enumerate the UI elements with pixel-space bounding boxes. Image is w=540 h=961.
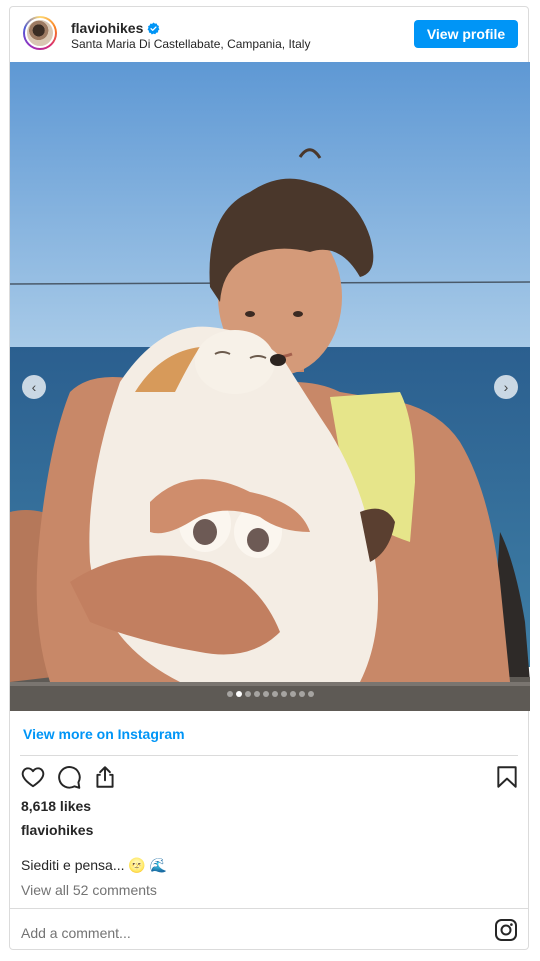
view-comments-link[interactable]: View all 52 comments [21, 882, 157, 898]
instagram-icon[interactable] [494, 918, 518, 942]
like-count[interactable]: 8,618 likes [21, 798, 91, 814]
carousel-dot [271, 691, 278, 697]
view-profile-button[interactable]: View profile [414, 20, 518, 48]
caption-username[interactable]: flaviohikes [21, 822, 93, 838]
post-photo[interactable]: ‹ › [10, 62, 530, 711]
divider [20, 755, 518, 756]
bookmark-icon[interactable] [494, 764, 520, 790]
avatar[interactable] [23, 16, 57, 50]
username[interactable]: flaviohikes [71, 20, 143, 36]
heart-icon[interactable] [20, 764, 46, 790]
carousel-dot [235, 691, 242, 697]
divider [10, 908, 528, 909]
carousel-next-button[interactable]: › [494, 375, 518, 399]
carousel-dot [280, 691, 287, 697]
carousel-prev-button[interactable]: ‹ [22, 375, 46, 399]
view-more-link[interactable]: View more on Instagram [23, 726, 185, 742]
avatar-image [25, 18, 55, 48]
instagram-embed-card: flaviohikes Santa Maria Di Castellabate,… [9, 6, 530, 950]
share-icon[interactable] [92, 764, 118, 790]
carousel-dot [289, 691, 296, 697]
caption-text: Siediti e pensa... 🌝 🌊 [21, 857, 168, 873]
add-comment-input[interactable]: Add a comment... [21, 925, 131, 941]
carousel-dot [298, 691, 305, 697]
carousel-indicator [10, 691, 530, 697]
photo-image [10, 62, 530, 711]
post-header: flaviohikes Santa Maria Di Castellabate,… [10, 7, 528, 62]
location-link[interactable]: Santa Maria Di Castellabate, Campania, I… [71, 37, 310, 51]
comment-icon[interactable] [56, 764, 82, 790]
carousel-dot [253, 691, 260, 697]
carousel-dot [307, 691, 314, 697]
action-bar [20, 762, 520, 792]
carousel-dot [244, 691, 251, 697]
carousel-dot [226, 691, 233, 697]
verified-badge-icon [147, 22, 160, 34]
carousel-dot [262, 691, 269, 697]
username-row: flaviohikes [71, 20, 160, 36]
